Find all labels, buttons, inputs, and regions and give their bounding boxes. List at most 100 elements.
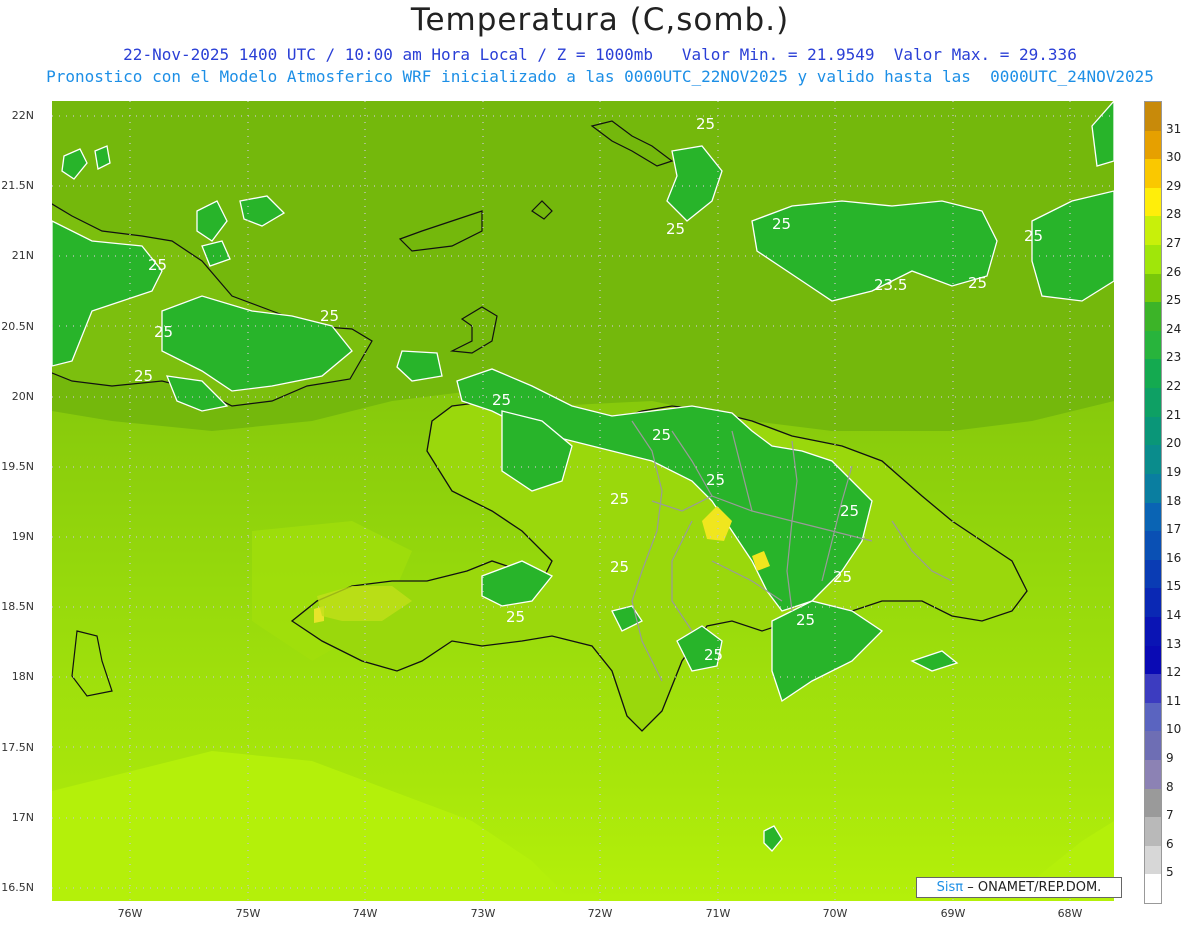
contour-label: 25 — [610, 490, 629, 508]
lat-label: 20.5N — [1, 320, 34, 333]
colorbar-label: 30 — [1166, 150, 1182, 165]
contour-label: 25 — [148, 256, 167, 274]
colorbar-segment — [1145, 674, 1161, 704]
colorbar-segment — [1145, 531, 1161, 561]
colorbar-label: 13 — [1166, 636, 1182, 651]
temperature-map: 25 25 25 25 25 25 23.5 25 25 25 25 25 25… — [46, 99, 1115, 901]
colorbar-segment — [1145, 502, 1161, 532]
colorbar-label: 25 — [1166, 293, 1182, 308]
colorbar-label: 9 — [1166, 750, 1174, 765]
contour-label: 25 — [506, 608, 525, 626]
lon-label: 76W — [117, 907, 143, 920]
colorbar-label: 29 — [1166, 178, 1182, 193]
colorbar-segment — [1145, 845, 1161, 875]
colorbar-label: 22 — [1166, 379, 1182, 394]
lon-label: 72W — [587, 907, 613, 920]
lat-label: 21.5N — [1, 179, 34, 192]
contour-label: 23.5 — [874, 276, 907, 294]
colorbar-segment — [1145, 187, 1161, 217]
colorbar-label: 5 — [1166, 865, 1174, 880]
lat-label: 18N — [11, 670, 34, 683]
colorbar-label: 7 — [1166, 808, 1174, 823]
map-title: Temperatura (C,somb.) — [410, 2, 790, 38]
colorbar-label: 12 — [1166, 665, 1182, 680]
colorbar-segment — [1145, 416, 1161, 446]
lon-label: 68W — [1057, 907, 1083, 920]
credit-text: – ONAMET/REP.DOM. — [967, 880, 1102, 895]
colorbar-label: 6 — [1166, 836, 1174, 851]
contour-label: 25 — [154, 323, 173, 341]
colorbar-label: 24 — [1166, 321, 1182, 336]
lat-label: 16.5N — [1, 881, 34, 894]
colorbar-label: 11 — [1166, 693, 1182, 708]
colorbar-segment — [1145, 759, 1161, 789]
lat-label: 22N — [11, 109, 34, 122]
colorbar-label: 17 — [1166, 522, 1182, 537]
lon-label: 74W — [352, 907, 378, 920]
contour-label: 25 — [652, 426, 671, 444]
colorbar-segment — [1145, 159, 1161, 189]
lon-label: 71W — [705, 907, 731, 920]
colorbar-segment — [1145, 702, 1161, 732]
sispi-logo: Sisπ — [936, 880, 964, 895]
lat-label: 21N — [11, 249, 34, 262]
colorbar-label: 14 — [1166, 607, 1182, 622]
contour-label: 25 — [320, 307, 339, 325]
colorbar-segment — [1145, 473, 1161, 503]
lat-label: 19.5N — [1, 460, 34, 473]
colorbar-label: 10 — [1166, 722, 1182, 737]
contour-label: 25 — [968, 274, 987, 292]
colorbar-label: 26 — [1166, 264, 1182, 279]
lon-label: 69W — [940, 907, 966, 920]
contour-label: 25 — [772, 215, 791, 233]
colorbar-segment — [1145, 874, 1161, 904]
colorbar-segment — [1145, 273, 1161, 303]
contour-label: 25 — [134, 367, 153, 385]
colorbar-label: 15 — [1166, 579, 1182, 594]
contour-label: 25 — [610, 558, 629, 576]
colorbar-segment — [1145, 731, 1161, 761]
colorbar-segment — [1145, 130, 1161, 160]
colorbar-label: 27 — [1166, 236, 1182, 251]
lon-label: 70W — [822, 907, 848, 920]
contour-label: 25 — [706, 471, 725, 489]
lon-label: 73W — [470, 907, 496, 920]
colorbar-segment — [1145, 102, 1161, 131]
colorbar-segment — [1145, 645, 1161, 675]
colorbar-label: 21 — [1166, 407, 1182, 422]
colorbar-label: 28 — [1166, 207, 1182, 222]
colorbar-segment — [1145, 559, 1161, 589]
lat-label: 17.5N — [1, 741, 34, 754]
temperature-map-svg: 25 25 25 25 25 25 23.5 25 25 25 25 25 25… — [46, 99, 1115, 901]
contour-label: 25 — [840, 502, 859, 520]
contour-label: 25 — [696, 115, 715, 133]
map-subtitle-model: Pronostico con el Modelo Atmosferico WRF… — [46, 67, 1154, 86]
colorbar-segment — [1145, 330, 1161, 360]
contour-label: 25 — [492, 391, 511, 409]
colorbar-segment — [1145, 616, 1161, 646]
map-subtitle-date: 22-Nov-2025 1400 UTC / 10:00 am Hora Loc… — [123, 45, 1077, 64]
colorbar-segment — [1145, 588, 1161, 618]
colorbar-segment — [1145, 388, 1161, 418]
colorbar-label: 8 — [1166, 779, 1174, 794]
colorbar-label: 18 — [1166, 493, 1182, 508]
lat-label: 20N — [11, 390, 34, 403]
colorbar-segment — [1145, 445, 1161, 475]
colorbar-segment — [1145, 817, 1161, 847]
contour-label: 25 — [704, 646, 723, 664]
lat-label: 17N — [11, 811, 34, 824]
lat-label: 19N — [11, 530, 34, 543]
colorbar-label: 19 — [1166, 464, 1182, 479]
colorbar-label: 16 — [1166, 550, 1182, 565]
colorbar-label: 31 — [1166, 121, 1182, 136]
colorbar-label: 23 — [1166, 350, 1182, 365]
colorbar-label: 20 — [1166, 436, 1182, 451]
contour-label: 25 — [796, 611, 815, 629]
contour-label: 25 — [1024, 227, 1043, 245]
colorbar-segment — [1145, 359, 1161, 389]
contour-label: 25 — [833, 568, 852, 586]
credit-box: Sisπ – ONAMET/REP.DOM. — [916, 877, 1122, 898]
colorbar-segment — [1145, 245, 1161, 275]
lon-label: 75W — [235, 907, 261, 920]
colorbar-segment — [1145, 788, 1161, 818]
